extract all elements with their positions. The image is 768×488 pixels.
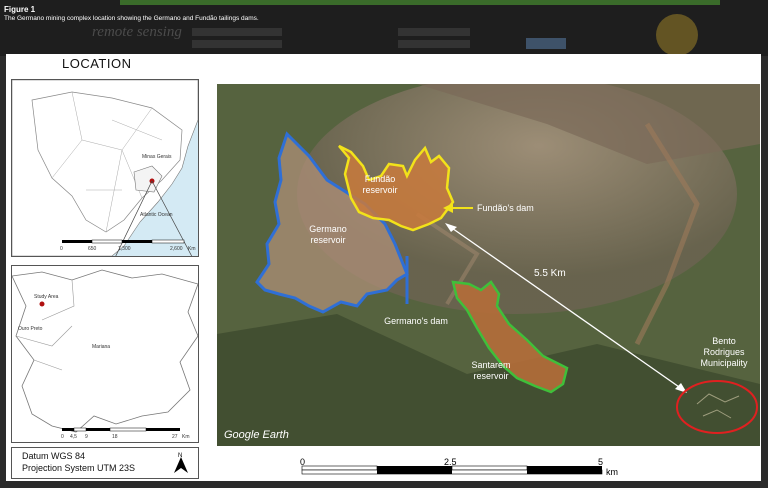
projection-line: Projection System UTM 23S: [22, 463, 136, 473]
brazil-scale-unit: Km: [188, 246, 196, 252]
atlantic-ocean-label: Atlantic Ocean: [140, 212, 173, 218]
germano-dam-label: Germano's dam: [384, 316, 448, 326]
local-scale-unit: Km: [182, 434, 190, 440]
background-button: [526, 38, 566, 49]
local-scale-tick: 0: [61, 434, 64, 440]
background-field: [192, 28, 282, 36]
brazil-scale-tick: 650: [88, 246, 97, 252]
municipality-inset-map: Study Area Ouro Preto Mariana 0 4,5 9 18…: [11, 265, 199, 443]
germano-reservoir-label: Germano reservoir: [309, 224, 347, 245]
santarem-reservoir-label: Santarem reservoir: [471, 360, 511, 381]
fundao-dam-label: Fundão's dam: [477, 203, 534, 213]
scale-unit: km: [606, 467, 618, 477]
scale-tick: 0: [300, 457, 305, 467]
background-badge: [656, 14, 698, 56]
local-scale-tick: 27: [172, 434, 178, 440]
header-accent-line: [120, 0, 720, 5]
distance-label: 5.5 Km: [534, 268, 566, 279]
satellite-image: [217, 84, 760, 446]
background-field: [192, 40, 282, 48]
fundao-reservoir-label: Fundão reservoir: [362, 174, 398, 195]
figure-caption: The Germano mining complex location show…: [4, 15, 259, 22]
background-logo: remote sensing: [92, 24, 182, 40]
location-title: LOCATION: [62, 56, 132, 71]
local-scale-tick: 4,5: [70, 434, 77, 440]
svg-text:N: N: [178, 453, 182, 459]
brazil-scale-tick: 0: [60, 246, 63, 252]
study-area-marker: [39, 301, 45, 307]
brazil-inset-map: Minas Gerais Atlantic Ocean 0 650 1,300 …: [11, 79, 199, 257]
ouro-preto-label: Ouro Preto: [18, 326, 43, 332]
datum-box: Datum WGS 84 Projection System UTM 23S N: [11, 447, 199, 479]
scale-tick: 2.5: [444, 457, 457, 467]
local-scale-tick: 9: [85, 434, 88, 440]
scale-tick: 5: [598, 457, 603, 467]
bento-rodrigues-label: Bento Rodrigues Municipality: [700, 336, 748, 368]
minas-gerais-label: Minas Gerais: [142, 154, 172, 160]
datum-line: Datum WGS 84: [22, 451, 86, 461]
brazil-scale-tick: 1,300: [118, 246, 131, 252]
study-area-label: Study Area: [34, 294, 59, 300]
page-header: remote sensing: [0, 0, 768, 56]
scale-bar: 0 2.5 5 km: [300, 457, 620, 479]
figure-label: Figure 1: [4, 5, 36, 14]
mariana-label: Mariana: [92, 344, 110, 350]
google-earth-watermark: Google Earth: [224, 429, 289, 441]
background-field: [398, 40, 470, 48]
local-scale-tick: 18: [112, 434, 118, 440]
north-arrow-icon: N: [174, 453, 188, 473]
brazil-scale-tick: 2,600: [170, 246, 183, 252]
background-field: [398, 28, 470, 36]
